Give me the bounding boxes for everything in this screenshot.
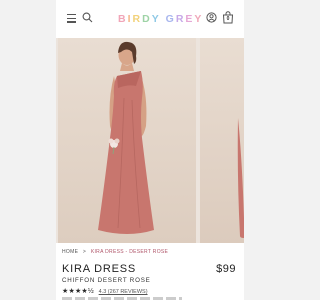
product-color-subtitle: CHIFFON DESERT ROSE — [62, 277, 151, 284]
rating[interactable]: ★★★★½ 4.3 (267 REVIEWS) — [62, 287, 148, 295]
model-image — [98, 41, 154, 234]
breadcrumb: HOME > KIRA DRESS - DESERT ROSE — [62, 249, 168, 255]
shopping-bag-icon[interactable]: 0 — [222, 11, 234, 29]
breadcrumb-current[interactable]: KIRA DRESS - DESERT ROSE — [91, 249, 168, 255]
product-photo-main[interactable] — [58, 38, 196, 243]
logo-letter: G — [165, 13, 176, 25]
product-price: $99 — [216, 263, 236, 275]
logo-letter: Y — [194, 13, 204, 25]
bag-count: 0 — [226, 16, 230, 22]
header: BIRDY GREY 0 — [56, 0, 244, 38]
reviews-link[interactable]: 4.3 (267 REVIEWS) — [99, 289, 148, 295]
logo-letter: Y — [151, 13, 161, 25]
logo-letter: R — [132, 13, 143, 25]
brand-logo[interactable]: BIRDY GREY — [118, 13, 203, 25]
search-icon[interactable] — [82, 12, 93, 23]
logo-letter: R — [175, 13, 186, 25]
product-photo-secondary[interactable] — [200, 38, 244, 243]
product-name: KIRA DRESS — [62, 263, 137, 275]
product-gallery[interactable] — [56, 38, 244, 243]
menu-icon[interactable] — [67, 14, 76, 23]
logo-letter: D — [142, 13, 152, 25]
logo-letter: B — [118, 13, 128, 25]
logo-letter: E — [185, 13, 195, 25]
rating-stars: ★★★★½ — [62, 288, 94, 295]
account-icon[interactable] — [206, 12, 217, 23]
product-page: BIRDY GREY 0 HOME > KIRA DRESS - DESERT … — [56, 0, 244, 300]
breadcrumb-separator: > — [82, 249, 87, 255]
breadcrumb-home[interactable]: HOME — [62, 249, 78, 255]
